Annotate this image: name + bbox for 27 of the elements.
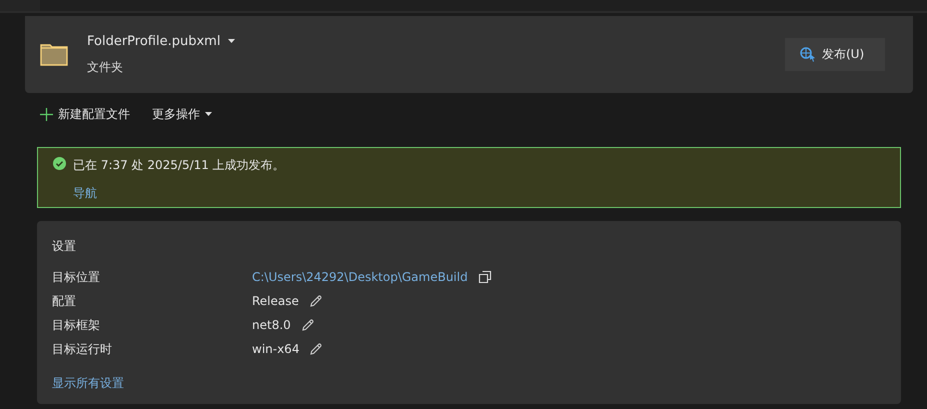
publish-button[interactable]: 发布(U) (785, 38, 885, 71)
new-profile-link[interactable]: 新建配置文件 (40, 106, 130, 122)
profile-type: 文件夹 (87, 58, 124, 76)
caret-icon (228, 39, 236, 43)
setting-label: 目标位置 (52, 269, 101, 286)
pencil-icon[interactable] (309, 342, 322, 356)
more-actions-menu[interactable]: 更多操作 (152, 106, 212, 122)
plus-icon (40, 108, 53, 120)
navigate-link[interactable]: 导航 (73, 185, 97, 202)
setting-label: 目标运行时 (52, 341, 113, 358)
setting-value: win-x64 (252, 341, 300, 358)
profile-name[interactable]: FolderProfile.pubxml (87, 34, 220, 48)
folder-icon (40, 44, 68, 66)
pencil-icon[interactable] (308, 294, 322, 308)
success-check-icon (53, 157, 66, 170)
setting-value: Release (252, 293, 299, 310)
target-path-link[interactable]: C:\Users\24292\Desktop\GameBuild (252, 268, 468, 286)
setting-label: 配置 (52, 293, 77, 310)
success-message: 已在 7:37 处 2025/5/11 上成功发布。 (73, 157, 285, 174)
setting-value: net8.0 (252, 317, 291, 334)
show-all-settings-link[interactable]: 显示所有设置 (52, 375, 124, 392)
globe-cursor-icon (800, 47, 816, 62)
caret-icon (205, 112, 212, 116)
settings-heading: 设置 (52, 238, 77, 255)
pencil-icon[interactable] (300, 318, 314, 332)
copy-icon[interactable] (478, 270, 492, 284)
setting-label: 目标框架 (52, 317, 101, 334)
